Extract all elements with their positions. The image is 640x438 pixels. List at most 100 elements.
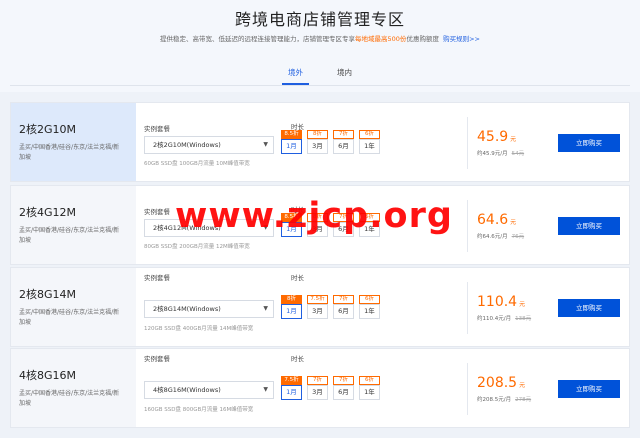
product-regions: 孟买/中国香港/硅谷/东京/法兰克福/新加坡 [19,144,120,161]
duration-label-text: 3月 [312,142,323,150]
discount-badge: 7折 [333,376,354,385]
discount-badge: 8折 [307,130,328,139]
duration-option[interactable]: 7折 6月 [333,376,354,400]
monthly-price-text: 约208.5元/月 [477,397,512,403]
chevron-down-icon: ▼ [263,386,268,393]
product-card: 2核8G14M 孟买/中国香港/硅谷/东京/法兰克福/新加坡 实例套餐 2核8G… [10,267,630,347]
monthly-price: 约64.6元/月 76元 [477,232,524,240]
discount-badge: 7.5折 [281,376,302,385]
discount-badge: 8折 [281,295,302,304]
instance-spec-note: 120GB SSD盘 400GB月流量 14M峰值带宽 [144,326,254,332]
duration-label: 时长 [291,274,304,282]
chevron-down-icon: ▼ [263,141,268,148]
page-subtitle: 提供稳定、高带宽、低延迟的远程连接管理能力，店铺管理专区专享每地域最高500份优… [0,33,640,43]
instance-label: 实例套餐 [144,125,170,133]
product-card: 4核8G16M 孟买/中国香港/硅谷/东京/法兰克福/新加坡 实例套餐 4核8G… [10,348,630,428]
monthly-price-text: 约110.4元/月 [477,316,512,322]
duration-label-text: 6月 [338,142,349,150]
tab-divider [10,85,630,86]
price-unit: 元 [510,219,517,226]
monthly-price: 约45.9元/月 54元 [477,149,524,157]
instance-select[interactable]: 2核2G10M(Windows) ▼ [144,136,274,154]
price-unit: 元 [519,382,526,389]
buy-now-button[interactable]: 立即购买 [558,380,620,398]
instance-select-value: 2核2G10M(Windows) [153,141,221,149]
monthly-price: 约208.5元/月 278元 [477,395,531,403]
price-value: 45.9 [477,129,509,145]
price-value: 110.4 [477,294,518,310]
duration-option[interactable]: 6折 1年 [359,130,380,154]
duration-label-text: 1年 [364,142,375,150]
card-divider [467,282,468,334]
tab-overseas[interactable]: 境外 [282,67,309,85]
product-regions: 孟买/中国香港/硅谷/东京/法兰克福/新加坡 [19,227,120,244]
duration-label-text: 1月 [286,388,297,396]
instance-spec-note: 160GB SSD盘 800GB月流量 16M峰值带宽 [144,407,254,413]
duration-options: 8.5折 1月 8折 3月 7折 6月 6折 1年 [281,130,380,154]
tab-domestic[interactable]: 境内 [331,67,358,85]
instance-label: 实例套餐 [144,355,170,363]
chevron-down-icon: ▼ [263,305,268,312]
monthly-price-text: 约45.9元/月 [477,151,508,157]
duration-option[interactable]: 8折 3月 [307,130,328,154]
duration-option[interactable]: 8.5折 1月 [281,130,302,154]
duration-label-text: 1月 [286,307,297,315]
instance-select[interactable]: 2核8G14M(Windows) ▼ [144,300,274,318]
product-summary: 4核8G16M 孟买/中国香港/硅谷/东京/法兰克福/新加坡 [11,349,136,427]
card-divider [467,200,468,252]
product-card: 2核2G10M 孟买/中国香港/硅谷/东京/法兰克福/新加坡 实例套餐 2核2G… [10,102,630,182]
duration-label-text: 1年 [364,388,375,396]
original-price: 138元 [515,316,532,322]
instance-spec-note: 80GB SSD盘 200GB月流量 12M峰值带宽 [144,244,250,250]
original-price: 54元 [511,151,525,157]
discount-badge: 6折 [359,295,380,304]
price: 110.4 元 [477,294,525,310]
price: 208.5 元 [477,375,525,391]
discount-badge: 6折 [359,130,380,139]
price-unit: 元 [510,136,517,143]
discount-badge: 7折 [333,295,354,304]
monthly-price-text: 约64.6元/月 [477,234,508,240]
product-name: 2核2G10M [19,123,77,136]
duration-label-text: 1月 [286,142,297,150]
duration-label-text: 6月 [338,388,349,396]
duration-label-text: 3月 [312,307,323,315]
buy-now-button[interactable]: 立即购买 [558,299,620,317]
instance-select[interactable]: 4核8G16M(Windows) ▼ [144,381,274,399]
instance-select-value: 2核8G14M(Windows) [153,305,221,313]
duration-option[interactable]: 7.5折 1月 [281,376,302,400]
duration-option[interactable]: 8折 1月 [281,295,302,319]
card-divider [467,363,468,415]
instance-select-value: 4核8G16M(Windows) [153,386,221,394]
instance-spec-note: 60GB SSD盘 100GB月流量 10M峰值带宽 [144,161,250,167]
instance-label: 实例套餐 [144,274,170,282]
subtitle-text: 提供稳定、高带宽、低延迟的远程连接管理能力，店铺管理专区专享 [160,35,356,43]
duration-option[interactable]: 6折 1年 [359,376,380,400]
duration-label: 时长 [291,355,304,363]
original-price: 278元 [515,397,532,403]
product-name: 2核4G12M [19,206,77,219]
product-summary: 2核8G14M 孟买/中国香港/硅谷/东京/法兰克福/新加坡 [11,268,136,346]
duration-label-text: 6月 [338,307,349,315]
original-price: 76元 [511,234,525,240]
duration-label-text: 3月 [312,388,323,396]
duration-option[interactable]: 7折 3月 [307,376,328,400]
duration-options: 8折 1月 7.5折 3月 7折 6月 6折 1年 [281,295,380,319]
duration-option[interactable]: 7.5折 3月 [307,295,328,319]
discount-badge: 6折 [359,376,380,385]
discount-badge: 7.5折 [307,295,328,304]
price: 45.9 元 [477,129,516,145]
product-summary: 2核4G12M 孟买/中国香港/硅谷/东京/法兰克福/新加坡 [11,186,136,264]
instance-label: 实例套餐 [144,208,170,216]
buy-now-button[interactable]: 立即购买 [558,217,620,235]
duration-option[interactable]: 7折 6月 [333,295,354,319]
page-title: 跨境电商店铺管理专区 [234,10,405,29]
price-unit: 元 [519,301,526,308]
duration-option[interactable]: 7折 6月 [333,130,354,154]
purchase-rules-link[interactable]: 购买规则>> [443,35,480,43]
discount-badge: 8.5折 [281,130,302,139]
subtitle-suffix: 优惠购额度 [406,35,439,43]
duration-option[interactable]: 6折 1年 [359,295,380,319]
buy-now-button[interactable]: 立即购买 [558,134,620,152]
price-value: 208.5 [477,375,518,391]
